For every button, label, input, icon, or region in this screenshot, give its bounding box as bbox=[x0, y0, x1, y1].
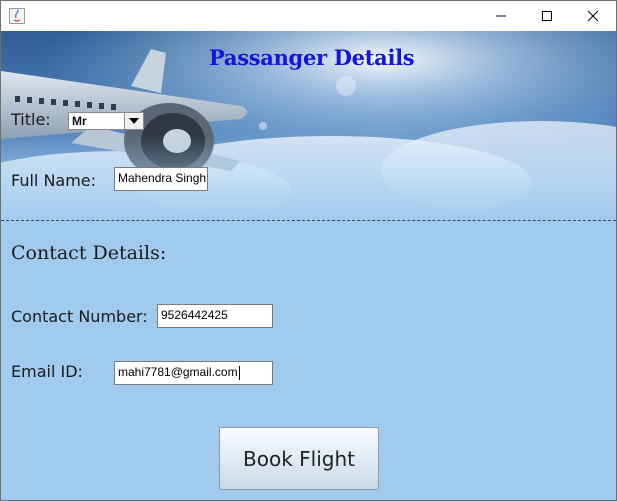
email-field-value: mahi7781@gmail.com bbox=[118, 365, 238, 379]
page-title: Passanger Details bbox=[209, 45, 415, 70]
maximize-button[interactable] bbox=[524, 1, 570, 31]
close-icon bbox=[587, 7, 599, 26]
chevron-down-icon[interactable] bbox=[124, 113, 143, 129]
java-app-icon bbox=[9, 8, 25, 24]
email-label: Email ID: bbox=[11, 362, 83, 381]
minimize-icon bbox=[495, 7, 507, 26]
title-combobox-value: Mr bbox=[72, 114, 87, 128]
title-label: Title: bbox=[11, 110, 51, 129]
close-button[interactable] bbox=[570, 1, 616, 31]
minimize-button[interactable] bbox=[478, 1, 524, 31]
title-combobox[interactable]: Mr bbox=[68, 112, 144, 130]
app-window: Passanger Details Title: Mr Full Name: M… bbox=[0, 0, 617, 501]
email-field[interactable]: mahi7781@gmail.com bbox=[114, 361, 273, 385]
title-bar bbox=[1, 1, 616, 31]
maximize-icon bbox=[541, 7, 553, 26]
content-panel: Passanger Details Title: Mr Full Name: M… bbox=[1, 31, 616, 500]
book-flight-button[interactable]: Book Flight bbox=[219, 427, 379, 490]
section-divider bbox=[1, 220, 616, 221]
contact-number-field[interactable]: 9526442425 bbox=[157, 304, 273, 328]
contact-details-heading: Contact Details: bbox=[11, 242, 167, 264]
text-caret bbox=[238, 365, 240, 380]
full-name-field[interactable]: Mahendra Singh bbox=[114, 167, 208, 191]
contact-number-label: Contact Number: bbox=[11, 307, 148, 326]
full-name-label: Full Name: bbox=[11, 171, 97, 190]
